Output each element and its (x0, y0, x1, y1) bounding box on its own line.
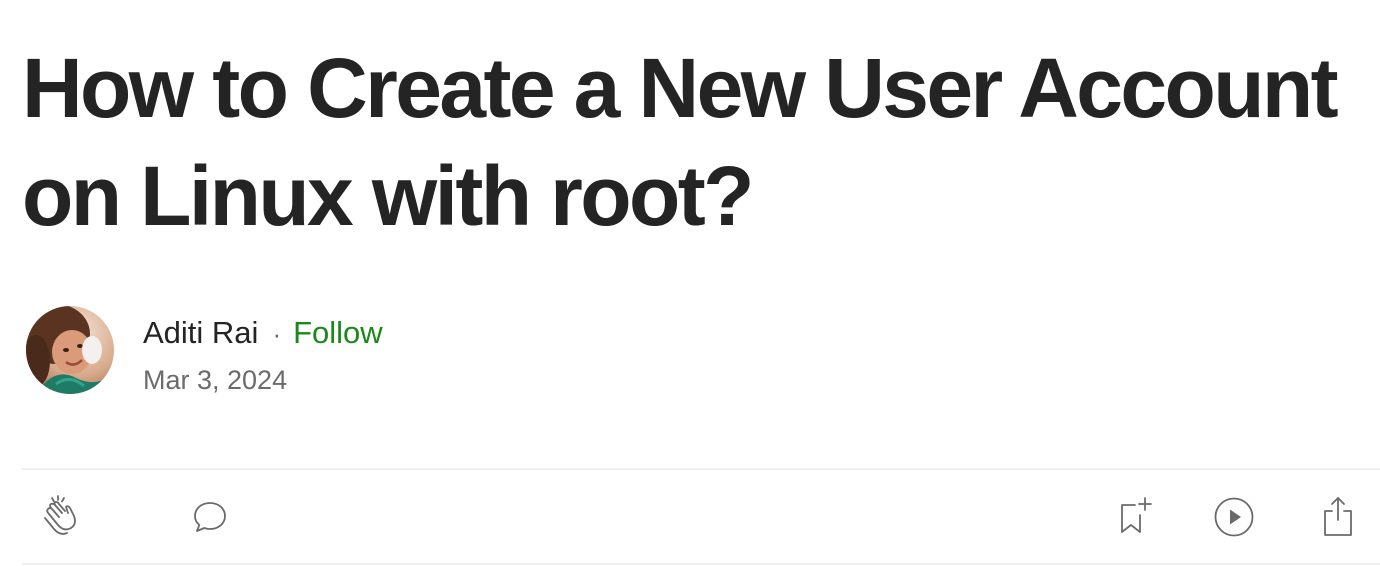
article-title: How to Create a New User Account on Linu… (22, 41, 1339, 243)
author-name-link[interactable]: Aditi Rai (143, 315, 258, 350)
share-button[interactable] (1315, 494, 1361, 540)
comment-button[interactable] (187, 494, 233, 540)
follow-button[interactable]: Follow (293, 315, 383, 350)
listen-button[interactable] (1211, 494, 1257, 540)
published-date: Mar 3, 2024 (143, 365, 288, 395)
avatar-image (26, 306, 114, 394)
byline-separator: · (272, 319, 282, 349)
clap-icon (44, 495, 76, 535)
article-action-bar (0, 470, 1380, 563)
author-avatar[interactable] (26, 306, 114, 394)
bookmark-add-icon (1121, 497, 1152, 533)
clap-button[interactable] (38, 494, 84, 540)
share-icon (1324, 497, 1352, 536)
save-button[interactable] (1110, 494, 1156, 540)
author-row: Aditi Rai · Follow (143, 314, 383, 353)
comment-icon (194, 502, 226, 532)
play-icon (1214, 497, 1254, 537)
divider-bottom (22, 563, 1380, 565)
